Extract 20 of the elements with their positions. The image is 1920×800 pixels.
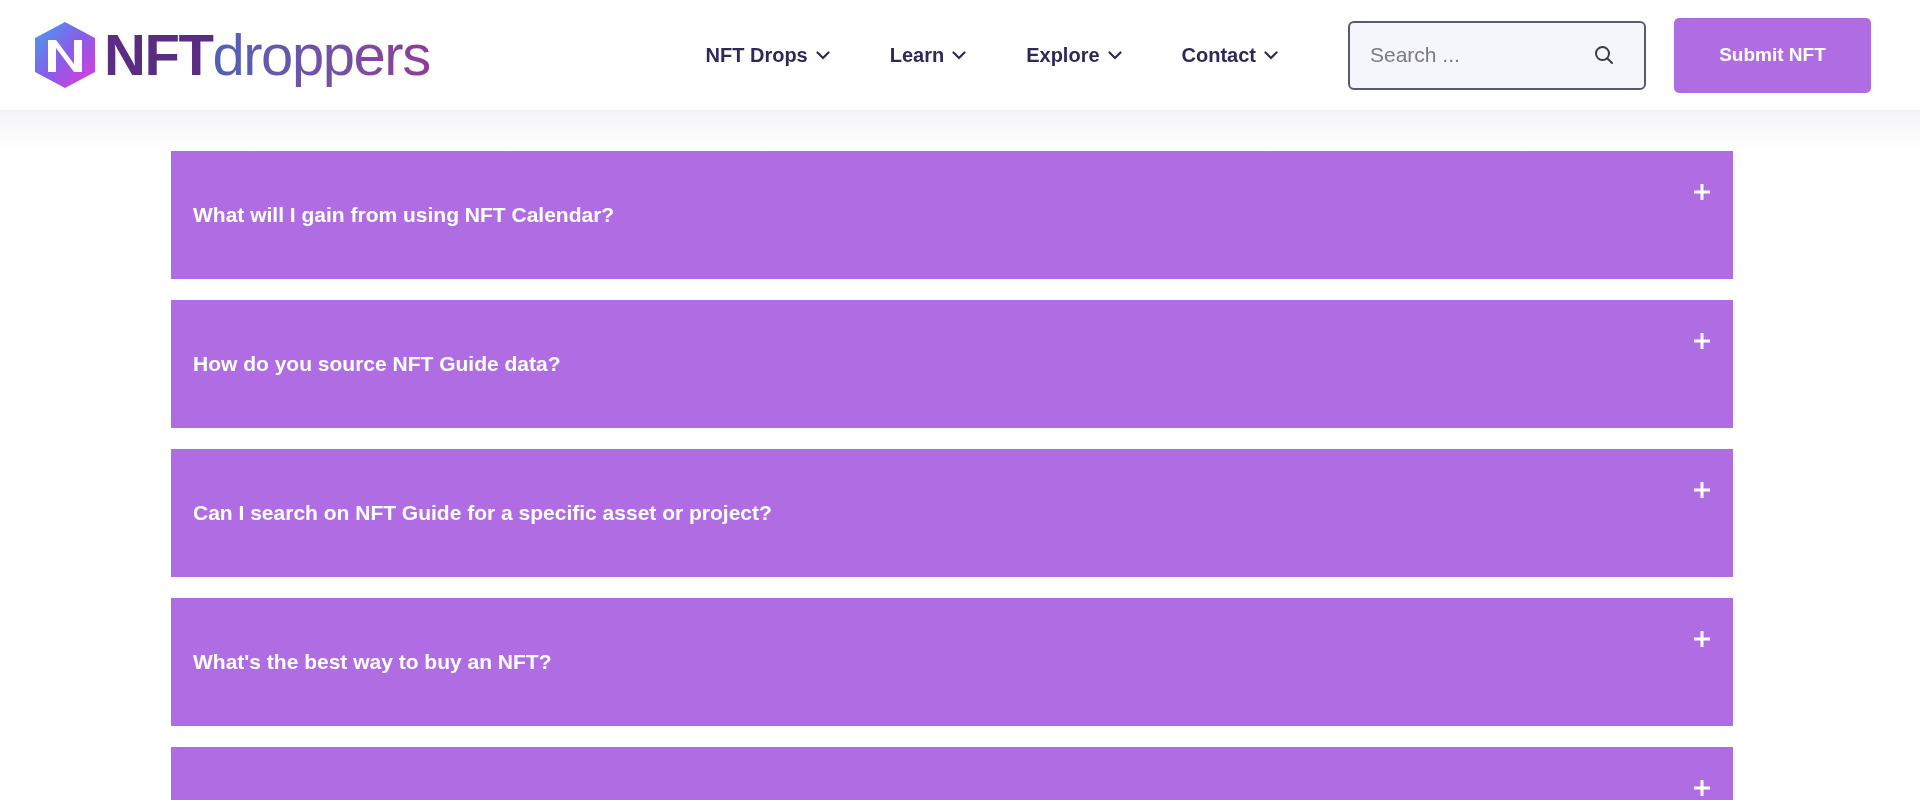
chevron-down-icon [815, 50, 830, 60]
plus-icon [1693, 481, 1711, 499]
plus-icon [1693, 779, 1711, 797]
nav-link[interactable]: NFT Drops [705, 40, 830, 70]
nav-link[interactable]: Learn [889, 40, 967, 70]
search-field[interactable]: Search ... [1348, 20, 1646, 90]
logo-icon [32, 20, 98, 90]
faq-question: Can I search on NFT Guide for a specific asset or project? [193, 500, 772, 527]
plus-icon [1693, 630, 1711, 648]
plus-icon [1693, 332, 1711, 350]
nav-link[interactable]: Contact [1181, 40, 1278, 70]
faq-question: What's the best way to buy an NFT? [193, 649, 552, 676]
chevron-down-icon [1107, 50, 1122, 60]
chevron-down-icon [952, 50, 967, 60]
search-icon [1594, 44, 1614, 65]
faq-question: What will I gain from using NFT Calendar? [193, 202, 615, 229]
plus-icon [1693, 183, 1711, 201]
nav-link[interactable]: Explore [1026, 40, 1122, 70]
chevron-down-icon [1264, 50, 1278, 60]
faq-question: How do you source NFT Guide data? [193, 351, 561, 378]
